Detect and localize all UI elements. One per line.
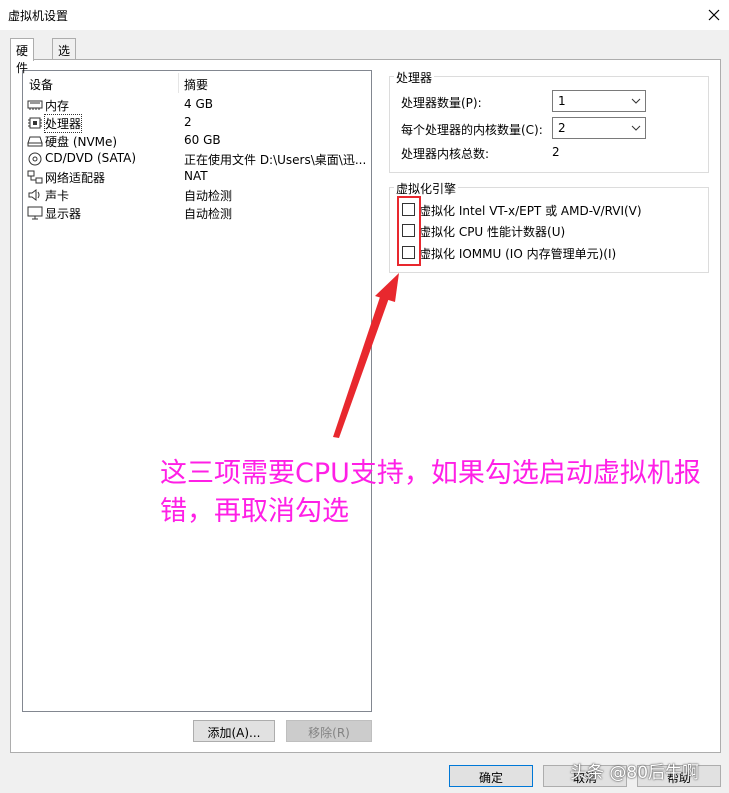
tab-hardware-label: 硬件 bbox=[16, 44, 29, 75]
annotation-arrow bbox=[333, 273, 399, 438]
ok-button[interactable]: 确定 bbox=[449, 765, 533, 787]
watermark: 头条 @80后牛啊 bbox=[570, 763, 700, 783]
annotation-text: 这三项需要CPU支持，如果勾选启动虚拟机报错，再取消勾选 bbox=[160, 458, 701, 527]
tab-hardware[interactable]: 硬件 bbox=[10, 38, 35, 75]
